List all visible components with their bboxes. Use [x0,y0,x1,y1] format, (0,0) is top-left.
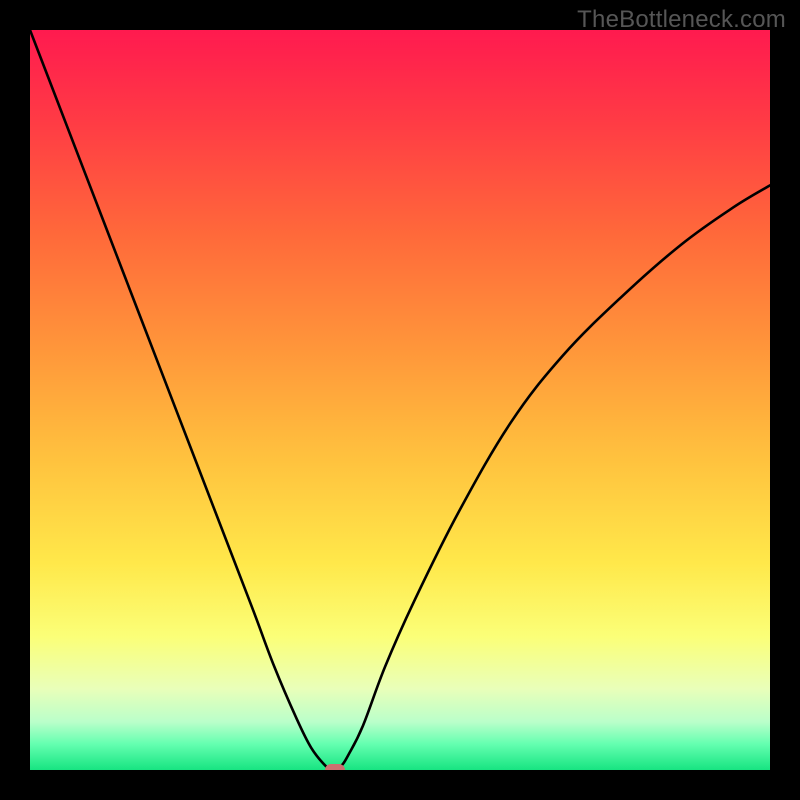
chart-frame: TheBottleneck.com [0,0,800,800]
curve-layer [30,30,770,770]
watermark-text: TheBottleneck.com [577,6,786,34]
bottleneck-curve [30,30,770,770]
plot-area [30,30,770,770]
optimum-marker [325,764,345,770]
